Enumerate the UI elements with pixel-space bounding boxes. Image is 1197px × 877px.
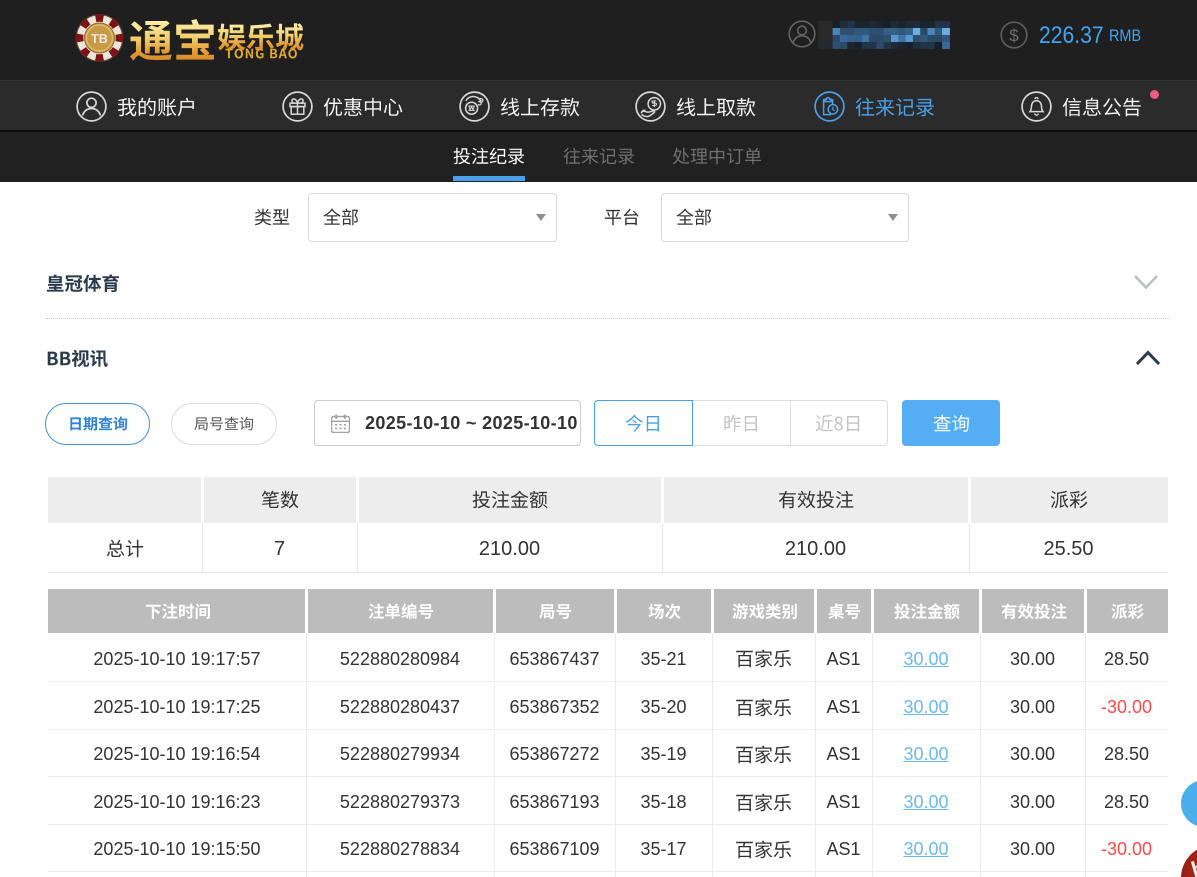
svg-text:$: $: [1009, 26, 1019, 45]
svg-text:TB: TB: [91, 32, 108, 46]
